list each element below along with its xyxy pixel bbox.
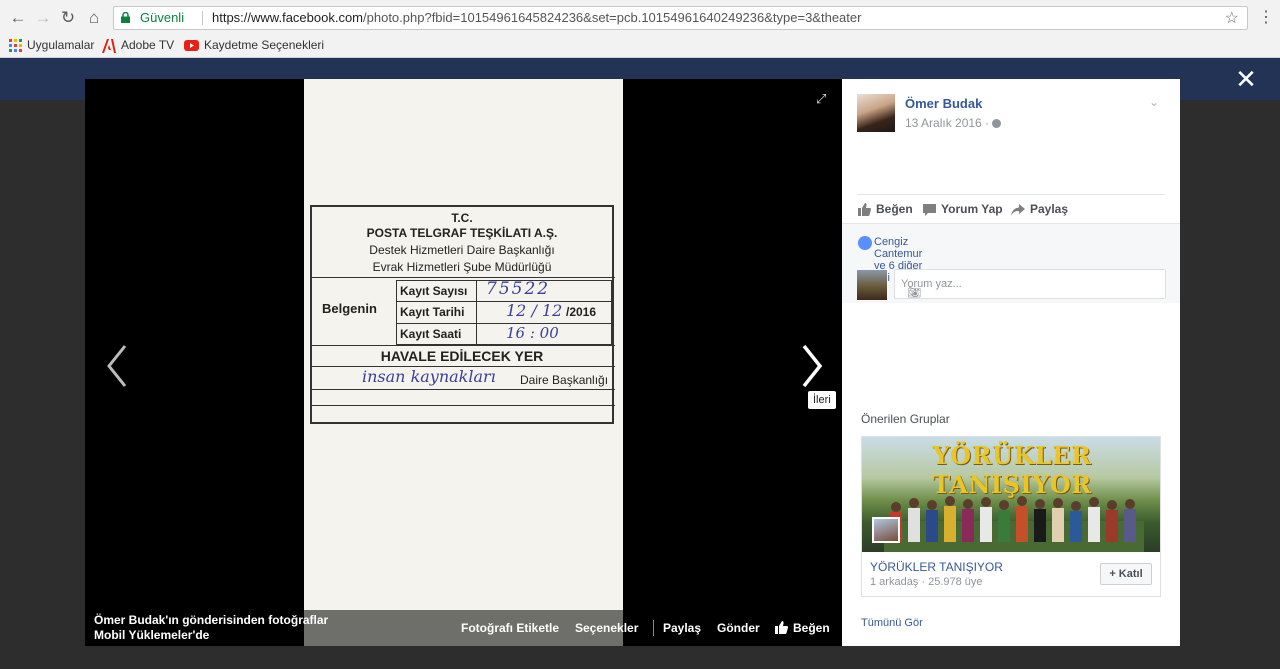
like-button[interactable]: Beğen bbox=[793, 621, 830, 635]
bookmark-kaydetme[interactable]: Kaydetme Seçenekleri bbox=[184, 37, 324, 53]
next-tooltip: İleri bbox=[808, 391, 836, 409]
crowd-illustration bbox=[884, 496, 1144, 552]
doc-divider bbox=[396, 301, 612, 302]
panel-like-label: Beğen bbox=[876, 202, 913, 216]
doc-kayit-saati-label: Kayıt Saati bbox=[400, 327, 462, 341]
bookmark-star-icon[interactable]: ☆ bbox=[1225, 8, 1239, 30]
reaction-like-icon bbox=[858, 236, 872, 250]
group-thumbnail bbox=[872, 517, 900, 543]
commenter-avatar bbox=[857, 270, 887, 300]
doc-divider bbox=[311, 345, 615, 346]
panel-like-button[interactable]: Beğen bbox=[858, 202, 913, 217]
address-bar[interactable]: Güvenli https://www.facebook.com/photo.p… bbox=[113, 6, 1248, 30]
bookmark-label: Kaydetme Seçenekleri bbox=[204, 38, 325, 52]
see-all-link[interactable]: Tümünü Gör bbox=[861, 617, 923, 629]
youtube-icon bbox=[184, 40, 199, 52]
next-arrow-icon[interactable] bbox=[796, 341, 826, 391]
doc-divider bbox=[311, 277, 615, 278]
panel-share-label: Paylaş bbox=[1030, 202, 1069, 216]
secure-label: Güvenli bbox=[140, 10, 185, 25]
photo-viewer: T.C. POSTA TELGRAF TEŞKİLATI A.Ş. Destek… bbox=[85, 79, 842, 646]
doc-havale: HAVALE EDİLECEK YER bbox=[380, 348, 544, 364]
doc-kayit-tarihi-year: /2016 bbox=[566, 305, 597, 319]
url-host: https://www.facebook.com bbox=[212, 10, 364, 25]
panel-share-button[interactable]: Paylaş bbox=[1011, 202, 1068, 216]
post-date: 13 Aralık 2016 · bbox=[905, 116, 1002, 130]
likes-and-comments: Cengiz Cantemur ve 6 diğer kişi Yorum ya… bbox=[842, 223, 1180, 303]
browser-menu-icon[interactable]: ⋮ bbox=[1258, 8, 1274, 28]
bookmark-adobe-tv[interactable]: Adobe TV bbox=[102, 37, 174, 53]
bookmark-label: Adobe TV bbox=[121, 38, 175, 52]
bookmark-label: Uygulamalar bbox=[27, 38, 95, 52]
caption-album[interactable]: Ömer Budak'ın gönderisinden fotoğraflar bbox=[94, 613, 328, 627]
globe-icon bbox=[992, 119, 1002, 129]
lock-icon bbox=[121, 12, 130, 23]
caption-divider bbox=[653, 620, 654, 636]
like-thumb-icon[interactable] bbox=[775, 621, 788, 634]
back-arrow-icon[interactable]: ← bbox=[8, 8, 28, 28]
caption-location[interactable]: Mobil Yüklemeler'de bbox=[94, 628, 209, 642]
previous-arrow-icon[interactable] bbox=[103, 341, 133, 391]
url-path: /photo.php?fbid=10154961645824236&set=pc… bbox=[363, 10, 862, 25]
share-arrow-icon bbox=[1011, 203, 1025, 216]
doc-divider bbox=[396, 323, 612, 324]
url-text[interactable]: https://www.facebook.com/photo.php?fbid=… bbox=[212, 7, 861, 29]
doc-kayit-tarihi-label: Kayıt Tarihi bbox=[400, 305, 465, 319]
like-thumb-icon bbox=[858, 203, 871, 217]
doc-dept-suffix: Daire Başkanlığı bbox=[520, 373, 609, 387]
chevron-down-icon[interactable]: ⌄ bbox=[1149, 95, 1159, 109]
photo-image: T.C. POSTA TELGRAF TEŞKİLATI A.Ş. Destek… bbox=[304, 79, 623, 646]
comment-bubble-icon bbox=[923, 203, 936, 216]
doc-kayit-sayisi-label: Kayıt Sayısı bbox=[400, 284, 468, 298]
doc-divider bbox=[476, 280, 477, 345]
apps-grid-icon bbox=[9, 39, 22, 53]
fullscreen-expand-icon[interactable]: ⤢ bbox=[816, 91, 826, 107]
divider bbox=[857, 194, 1165, 195]
home-icon[interactable]: ⌂ bbox=[84, 8, 104, 28]
join-group-button[interactable]: + Katıl bbox=[1100, 563, 1152, 585]
doc-line: Evrak Hizmetleri Şube Müdürlüğü bbox=[372, 260, 552, 274]
reload-icon[interactable]: ↻ bbox=[58, 8, 78, 28]
comment-input[interactable]: Yorum yaz... 📷︎ ☺ bbox=[894, 269, 1166, 299]
document-stamp: T.C. POSTA TELGRAF TEŞKİLATI A.Ş. Destek… bbox=[310, 205, 615, 424]
doc-line: T.C. bbox=[451, 211, 473, 225]
post-side-panel: Ömer Budak 13 Aralık 2016 · ⌄ Beğen Yoru… bbox=[842, 79, 1180, 646]
send-button[interactable]: Gönder bbox=[717, 621, 760, 635]
group-name[interactable]: YÖRÜKLER TANIŞIYOR bbox=[870, 560, 1003, 574]
browser-chrome: ← → ↻ ⌂ Güvenli https://www.facebook.com… bbox=[0, 0, 1280, 58]
post-date-text[interactable]: 13 Aralık 2016 · bbox=[905, 116, 989, 130]
doc-belgenin: Belgenin bbox=[322, 301, 377, 316]
suggested-group-card[interactable]: YÖRÜKLER TANIŞIYOR YÖRÜKLER TANIŞIYOR 1 … bbox=[861, 436, 1161, 597]
panel-comment-label: Yorum Yap bbox=[941, 202, 1003, 216]
photo-caption-bar: Ömer Budak'ın gönderisinden fotoğraflar … bbox=[85, 610, 842, 646]
adobe-icon bbox=[102, 38, 116, 53]
doc-divider bbox=[311, 405, 615, 406]
doc-line: Destek Hizmetleri Daire Başkanlığı bbox=[369, 243, 555, 257]
panel-comment-button[interactable]: Yorum Yap bbox=[923, 202, 1003, 216]
group-cover-photo[interactable]: YÖRÜKLER TANIŞIYOR bbox=[862, 437, 1160, 552]
group-meta: 1 arkadaş · 25.978 üye bbox=[870, 576, 983, 588]
doc-line: POSTA TELGRAF TEŞKİLATI A.Ş. bbox=[366, 226, 558, 240]
emoji-icon[interactable]: ☺ bbox=[907, 286, 918, 298]
close-icon[interactable]: ✕ bbox=[1233, 66, 1259, 92]
doc-divider bbox=[311, 389, 615, 390]
doc-kayit-tarihi-value: 12 / 12 bbox=[506, 301, 563, 320]
author-name[interactable]: Ömer Budak bbox=[905, 96, 982, 111]
doc-kayit-sayisi-value: 75522 bbox=[486, 279, 551, 299]
tag-photo-button[interactable]: Fotoğrafı Etiketle bbox=[461, 621, 559, 635]
avatar[interactable] bbox=[857, 94, 895, 132]
share-button[interactable]: Paylaş bbox=[663, 621, 701, 635]
forward-arrow-icon[interactable]: → bbox=[33, 8, 53, 28]
suggested-groups-title: Önerilen Gruplar bbox=[861, 412, 950, 426]
bookmark-apps[interactable]: Uygulamalar bbox=[9, 37, 94, 53]
doc-dept-hand: insan kaynakları bbox=[362, 367, 496, 386]
options-button[interactable]: Seçenekler bbox=[575, 621, 638, 635]
doc-kayit-saati-value: 16 : 00 bbox=[506, 324, 559, 342]
address-separator bbox=[202, 11, 203, 25]
